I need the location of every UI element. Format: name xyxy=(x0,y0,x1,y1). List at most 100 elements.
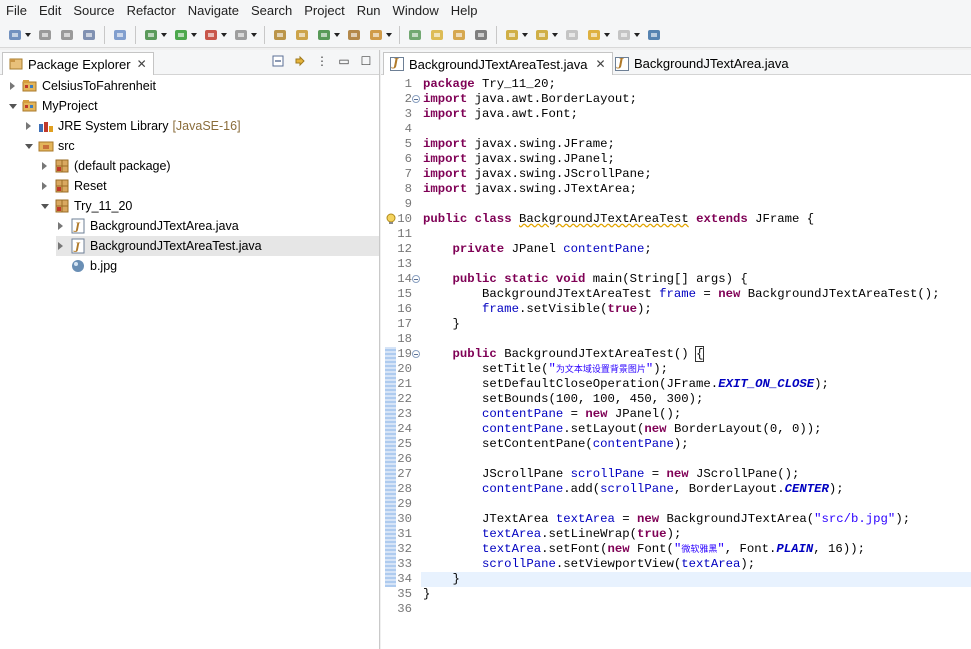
menu-run[interactable]: Run xyxy=(351,0,387,22)
mark-occurrences-icon[interactable] xyxy=(429,27,445,43)
fold-toggle-icon[interactable] xyxy=(412,350,420,358)
task-icon[interactable] xyxy=(407,27,423,43)
code-line: JScrollPane scrollPane = new JScrollPane… xyxy=(423,467,800,481)
menu-navigate[interactable]: Navigate xyxy=(182,0,245,22)
menu-help[interactable]: Help xyxy=(445,0,484,22)
code-line: contentPane = new JPanel(); xyxy=(482,407,682,421)
new-java-class-icon[interactable] xyxy=(316,27,340,43)
tree-item[interactable]: JRE System Library [JavaSE-16] xyxy=(24,116,241,136)
close-icon[interactable]: ✕ xyxy=(595,57,605,71)
toolbar-separator xyxy=(135,25,136,44)
menu-project[interactable]: Project xyxy=(298,0,350,22)
new-java-project-icon[interactable] xyxy=(272,27,288,43)
line-number: 12 xyxy=(397,242,412,256)
line-number: 13 xyxy=(397,257,412,271)
save-all-icon[interactable] xyxy=(59,27,75,43)
next-annotation-icon[interactable] xyxy=(504,27,528,43)
editor-tab-inactive[interactable]: BackgroundJTextArea.java xyxy=(609,52,795,75)
menu-edit[interactable]: Edit xyxy=(33,0,67,22)
code-area[interactable]: 1 2 3 4 5 6 7 8 9 10 11 12 13 14 15 16 17 18 19 20 21 22 23 24 2… xyxy=(381,76,971,649)
line-number: 7 xyxy=(404,167,412,181)
toolbar-separator xyxy=(104,25,105,44)
prev-annotation-icon[interactable] xyxy=(534,27,558,43)
expand-arrow-icon[interactable] xyxy=(40,181,50,191)
line-number: 4 xyxy=(404,122,412,136)
collapse-arrow-icon[interactable] xyxy=(8,101,18,111)
fold-toggle-icon[interactable] xyxy=(412,95,420,103)
close-icon[interactable]: ✕ xyxy=(137,57,147,71)
tree-item[interactable]: MyProject xyxy=(8,96,98,116)
editor-tab-active[interactable]: BackgroundJTextAreaTest.java ✕ xyxy=(383,52,613,75)
line-number: 18 xyxy=(397,332,412,346)
line-number: 21 xyxy=(397,377,412,391)
collapse-arrow-icon[interactable] xyxy=(40,201,50,211)
package-explorer-tab[interactable]: Package Explorer ✕ xyxy=(2,52,154,75)
last-edit-icon[interactable] xyxy=(564,27,580,43)
expand-arrow-icon[interactable] xyxy=(40,161,50,171)
package-icon xyxy=(54,178,70,194)
code-line: setBounds(100, 100, 450, 300); xyxy=(423,392,704,406)
minimize-icon[interactable]: ▭ xyxy=(337,54,351,68)
tree-item-label: BackgroundJTextAreaTest.java xyxy=(90,239,262,253)
tree-item[interactable]: src xyxy=(24,136,75,156)
line-number: 5 xyxy=(404,137,412,151)
java-file-icon: J xyxy=(70,238,86,254)
line-number: 1 xyxy=(404,77,412,91)
menu-refactor[interactable]: Refactor xyxy=(121,0,182,22)
code-line: BackgroundJTextAreaTest frame = new Back… xyxy=(423,287,940,301)
tree-item[interactable]: b.jpg xyxy=(56,256,117,276)
line-number: 34 xyxy=(397,572,412,586)
code-line: } xyxy=(423,317,460,331)
run-icon[interactable] xyxy=(173,27,197,43)
line-number: 27 xyxy=(397,467,412,481)
menu-search[interactable]: Search xyxy=(245,0,298,22)
show-whitespace-icon[interactable] xyxy=(473,27,489,43)
collapse-all-icon[interactable] xyxy=(271,54,285,68)
fold-toggle-icon[interactable] xyxy=(412,275,420,283)
line-number: 25 xyxy=(397,437,412,451)
tree-item[interactable]: Try_11_20 xyxy=(40,196,132,216)
tree-item-decoration: [JavaSE-16] xyxy=(172,119,241,133)
line-number: 22 xyxy=(397,392,412,406)
tree-item[interactable]: Reset xyxy=(40,176,107,196)
external-tools-icon[interactable] xyxy=(233,27,257,43)
code-line: import javax.swing.JTextArea; xyxy=(423,182,638,196)
line-number-ruler: 1 2 3 4 5 6 7 8 9 10 11 12 13 14 15 16 17 18 19 20 21 22 23 24 2… xyxy=(381,76,421,649)
menu-window[interactable]: Window xyxy=(387,0,445,22)
pin-editor-icon[interactable] xyxy=(646,27,662,43)
open-type-icon[interactable] xyxy=(346,27,362,43)
package-explorer-view: Package Explorer ✕ ⋮ ▭ ☐ CelsiusToFahren… xyxy=(0,50,380,649)
source-folder-icon xyxy=(38,138,54,154)
expand-arrow-icon[interactable] xyxy=(8,81,18,91)
new-java-package-icon[interactable] xyxy=(294,27,310,43)
forward-icon[interactable] xyxy=(616,27,640,43)
print-icon[interactable] xyxy=(81,27,97,43)
line-number: 33 xyxy=(397,557,412,571)
menu-source[interactable]: Source xyxy=(67,0,120,22)
line-number: 20 xyxy=(397,362,412,376)
link-with-editor-icon[interactable] xyxy=(293,54,307,68)
skip-breakpoints-icon[interactable] xyxy=(112,27,128,43)
menu-file[interactable]: File xyxy=(0,0,33,22)
back-icon[interactable] xyxy=(586,27,610,43)
tree-item[interactable]: J BackgroundJTextArea.java xyxy=(56,216,239,236)
coverage-icon[interactable] xyxy=(203,27,227,43)
debug-icon[interactable] xyxy=(143,27,167,43)
tree-item[interactable]: J BackgroundJTextAreaTest.java xyxy=(56,236,379,256)
new-icon[interactable] xyxy=(7,27,31,43)
save-icon[interactable] xyxy=(37,27,53,43)
toggle-block-icon[interactable] xyxy=(451,27,467,43)
tree-item-label: JRE System Library xyxy=(58,119,169,133)
toolbar-separator xyxy=(264,25,265,44)
expand-arrow-icon[interactable] xyxy=(56,221,66,231)
warning-lightbulb-icon[interactable] xyxy=(385,213,397,225)
java-file-icon xyxy=(390,56,404,71)
tree-item[interactable]: CelsiusToFahrenheit xyxy=(8,76,156,96)
view-menu-icon[interactable]: ⋮ xyxy=(315,54,329,68)
tree-item[interactable]: (default package) xyxy=(40,156,171,176)
expand-arrow-icon[interactable] xyxy=(56,241,66,251)
maximize-icon[interactable]: ☐ xyxy=(359,54,373,68)
collapse-arrow-icon[interactable] xyxy=(24,141,34,151)
search-icon[interactable] xyxy=(368,27,392,43)
expand-arrow-icon[interactable] xyxy=(24,121,34,131)
